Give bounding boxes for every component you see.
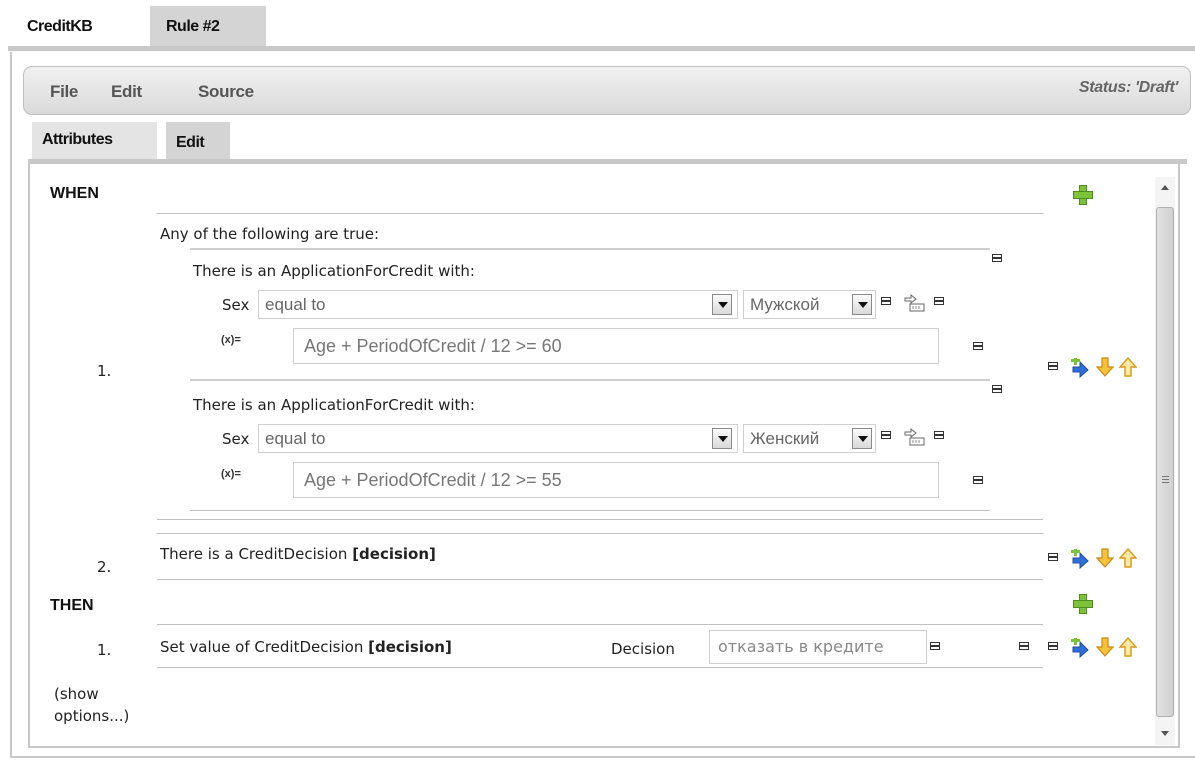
condition-text: There is a CreditDecision [decision] xyxy=(160,545,436,563)
remove-icon[interactable] xyxy=(1048,553,1058,561)
remove-icon[interactable] xyxy=(992,254,1002,262)
plus-icon[interactable] xyxy=(1073,185,1093,205)
tab-edit[interactable]: Edit xyxy=(166,122,230,160)
remove-icon[interactable] xyxy=(1048,642,1058,650)
expression-input[interactable]: Age + PeriodOfCredit / 12 >= 60 xyxy=(293,328,939,364)
remove-icon[interactable] xyxy=(934,297,944,305)
arrow-up-icon[interactable] xyxy=(1119,637,1137,657)
menu-file[interactable]: File xyxy=(50,82,78,102)
operator-value: equal to xyxy=(265,295,326,314)
condition-number: 2. xyxy=(97,558,112,576)
remove-icon[interactable] xyxy=(1019,642,1029,650)
field-label: Decision xyxy=(611,640,675,658)
status-label: Status: 'Draft' xyxy=(1078,79,1178,96)
condition-prefix: There is a CreditDecision xyxy=(160,545,353,563)
plus-icon[interactable] xyxy=(1073,594,1093,614)
decision-value: отказать в кредите xyxy=(718,637,884,656)
when-label: WHEN xyxy=(50,185,99,202)
chevron-down-icon[interactable] xyxy=(712,294,732,315)
arrow-up-icon[interactable] xyxy=(1119,548,1137,568)
operator-select[interactable]: equal to xyxy=(258,290,738,319)
remove-icon[interactable] xyxy=(973,342,983,350)
chevron-down-icon[interactable] xyxy=(852,294,872,315)
field-label: Sex xyxy=(222,430,250,448)
arrow-down-icon[interactable] xyxy=(1096,357,1114,377)
action-number: 1. xyxy=(97,641,112,659)
remove-icon[interactable] xyxy=(1048,362,1058,370)
divider xyxy=(157,533,1043,534)
divider xyxy=(190,248,990,250)
expression-input[interactable]: Age + PeriodOfCredit / 12 >= 55 xyxy=(293,462,939,498)
arrow-up-icon[interactable] xyxy=(1119,357,1137,377)
operator-value: equal to xyxy=(265,429,326,448)
expression-label: (x)= xyxy=(221,468,241,480)
grip-icon xyxy=(1162,476,1169,477)
scroll-down-icon[interactable] xyxy=(1155,723,1175,743)
pattern-header: There is an ApplicationForCredit with: xyxy=(193,396,475,414)
condition-title: Any of the following are true: xyxy=(160,225,380,243)
value-picker-icon[interactable] xyxy=(903,293,927,313)
divider xyxy=(157,624,1043,625)
expression-label: (x)= xyxy=(221,334,241,346)
insert-icon[interactable] xyxy=(1070,549,1090,569)
field-label: Sex xyxy=(222,296,250,314)
then-label: THEN xyxy=(50,597,94,614)
pattern-header: There is an ApplicationForCredit with: xyxy=(193,262,475,280)
vertical-scrollbar[interactable] xyxy=(1155,177,1175,745)
tab-divider xyxy=(8,46,1195,51)
insert-icon[interactable] xyxy=(1070,638,1090,658)
chevron-down-icon[interactable] xyxy=(852,428,872,449)
remove-icon[interactable] xyxy=(992,385,1002,393)
insert-icon[interactable] xyxy=(1070,358,1090,378)
value-picker-icon[interactable] xyxy=(903,427,927,447)
divider xyxy=(157,213,1043,214)
divider xyxy=(157,579,1043,580)
show-options-line: (show xyxy=(54,685,99,703)
decision-input[interactable]: отказать в кредите xyxy=(709,630,927,664)
expression-text: Age + PeriodOfCredit / 12 >= 55 xyxy=(304,470,562,490)
tab-creditkb[interactable]: CreditKB xyxy=(11,6,143,48)
operator-select[interactable]: equal to xyxy=(258,424,738,453)
divider xyxy=(190,379,990,381)
condition-number: 1. xyxy=(97,362,112,380)
remove-icon[interactable] xyxy=(934,431,944,439)
action-text: Set value of CreditDecision [decision] xyxy=(160,638,452,656)
divider xyxy=(157,667,1043,668)
arrow-down-icon[interactable] xyxy=(1096,637,1114,657)
binding-name: [decision] xyxy=(352,545,436,563)
value-text: Мужской xyxy=(750,295,820,314)
chevron-down-icon[interactable] xyxy=(712,428,732,449)
tab-attributes[interactable]: Attributes xyxy=(32,122,157,160)
scroll-thumb[interactable] xyxy=(1156,207,1174,717)
tab-rule[interactable]: Rule #2 xyxy=(150,6,266,48)
divider xyxy=(190,510,990,511)
arrow-down-icon[interactable] xyxy=(1096,548,1114,568)
remove-icon[interactable] xyxy=(881,297,891,305)
scroll-up-icon[interactable] xyxy=(1155,177,1175,197)
divider xyxy=(157,519,1043,520)
menu-edit[interactable]: Edit xyxy=(111,82,142,102)
remove-icon[interactable] xyxy=(973,476,983,484)
remove-icon[interactable] xyxy=(881,431,891,439)
remove-icon[interactable] xyxy=(930,642,940,650)
binding-name: [decision] xyxy=(368,638,452,656)
menu-source[interactable]: Source xyxy=(198,82,254,102)
expression-text: Age + PeriodOfCredit / 12 >= 60 xyxy=(304,336,562,356)
show-options-link[interactable]: (show options...) xyxy=(54,685,129,725)
menu-bar: File Edit Source Status: 'Draft' xyxy=(23,66,1191,115)
show-options-line: options...) xyxy=(54,707,130,725)
value-text: Женский xyxy=(750,429,820,448)
action-prefix: Set value of CreditDecision xyxy=(160,638,369,656)
